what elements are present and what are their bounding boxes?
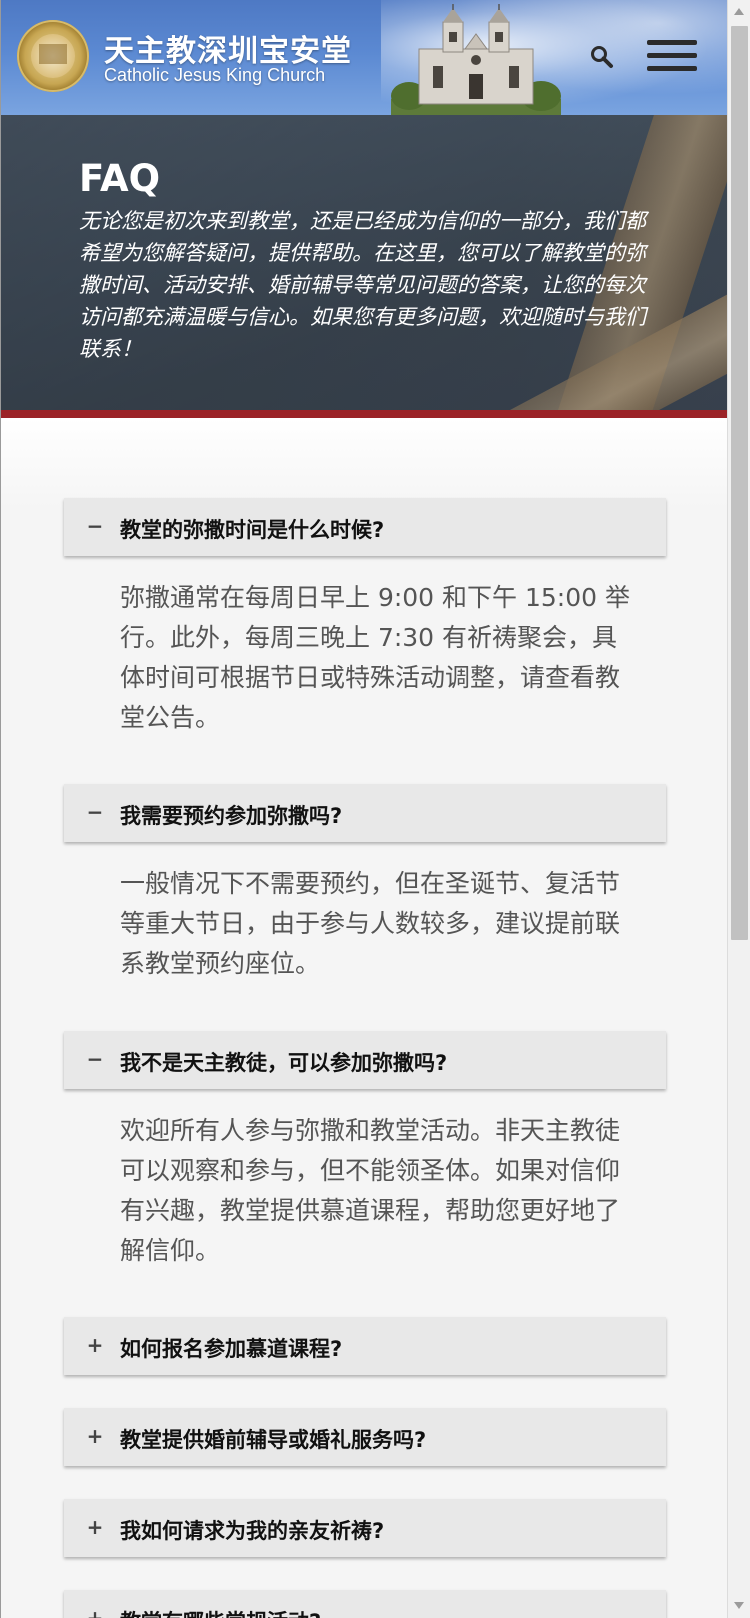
faq-question-toggle[interactable]: + 教堂提供婚前辅导或婚礼服务吗?	[64, 1408, 666, 1466]
church-building-image	[391, 4, 561, 115]
faq-question: 教堂有哪些常规活动?	[120, 1606, 321, 1618]
page: 天主教深圳宝安堂 Catholic Jesus King Church FAQ …	[0, 0, 727, 1618]
site-title[interactable]: 天主教深圳宝安堂	[104, 26, 352, 70]
faq-item: − 我不是天主教徒，可以参加弥撒吗? 欢迎所有人参与弥撒和教堂活动。非天主教徒可…	[64, 1031, 666, 1265]
faq-question-toggle[interactable]: − 我需要预约参加弥撒吗?	[64, 784, 666, 842]
collapse-minus-icon: −	[86, 514, 104, 538]
hero-accent-bar	[1, 410, 727, 418]
search-icon[interactable]	[589, 44, 615, 70]
faq-question: 我不是天主教徒，可以参加弥撒吗?	[120, 1051, 448, 1075]
faq-answer: 弥撒通常在每周日早上 9:00 和下午 15:00 举行。此外，每周三晚上 7:…	[120, 583, 630, 732]
collapse-minus-icon: −	[86, 1047, 104, 1071]
faq-item: + 如何报名参加慕道课程?	[64, 1317, 666, 1375]
faq-question-toggle[interactable]: + 教堂有哪些常规活动?	[64, 1590, 666, 1618]
faq-question: 教堂的弥撒时间是什么时候?	[120, 518, 385, 542]
faq-item: − 我需要预约参加弥撒吗? 一般情况下不需要预约，但在圣诞节、复活节等重大节日，…	[64, 784, 666, 978]
faq-item: + 教堂提供婚前辅导或婚礼服务吗?	[64, 1408, 666, 1466]
faq-answer: 欢迎所有人参与弥撒和教堂活动。非天主教徒可以观察和参与，但不能领圣体。如果对信仰…	[120, 1116, 621, 1265]
faq-question-toggle[interactable]: − 教堂的弥撒时间是什么时候?	[64, 498, 666, 556]
faq-question-toggle[interactable]: − 我不是天主教徒，可以参加弥撒吗?	[64, 1031, 666, 1089]
faq-question-toggle[interactable]: + 如何报名参加慕道课程?	[64, 1317, 666, 1375]
vertical-scrollbar[interactable]	[727, 0, 750, 1618]
faq-answer: 一般情况下不需要预约，但在圣诞节、复活节等重大节日，由于参与人数较多，建议提前联…	[120, 869, 621, 978]
section-fade	[1, 418, 727, 508]
collapse-minus-icon: −	[86, 800, 104, 824]
expand-plus-icon: +	[86, 1515, 104, 1539]
faq-question: 教堂提供婚前辅导或婚礼服务吗?	[120, 1428, 427, 1452]
faq-item: + 我如何请求为我的亲友祈祷?	[64, 1499, 666, 1557]
site-header: 天主教深圳宝安堂 Catholic Jesus King Church	[1, 0, 727, 115]
expand-plus-icon: +	[86, 1333, 104, 1357]
faq-item: + 教堂有哪些常规活动?	[64, 1590, 666, 1618]
expand-plus-icon: +	[86, 1606, 104, 1618]
scroll-up-arrow-icon[interactable]	[734, 8, 744, 15]
church-seal-logo-icon[interactable]	[17, 20, 89, 92]
faq-question: 我如何请求为我的亲友祈祷?	[120, 1519, 385, 1543]
faq-question: 如何报名参加慕道课程?	[120, 1337, 343, 1361]
hero-intro-text: 无论您是初次来到教堂，还是已经成为信仰的一部分，我们都希望为您解答疑问，提供帮助…	[79, 209, 646, 361]
expand-plus-icon: +	[86, 1424, 104, 1448]
scroll-down-arrow-icon[interactable]	[734, 1602, 744, 1609]
hamburger-menu-icon[interactable]	[647, 40, 697, 76]
page-title: FAQ	[79, 157, 161, 200]
hero-banner: FAQ 无论您是初次来到教堂，还是已经成为信仰的一部分，我们都希望为您解答疑问，…	[1, 115, 727, 410]
faq-question: 我需要预约参加弥撒吗?	[120, 804, 343, 828]
scrollbar-thumb[interactable]	[731, 26, 748, 940]
faq-item: − 教堂的弥撒时间是什么时候? 弥撒通常在每周日早上 9:00 和下午 15:0…	[64, 498, 666, 732]
site-subtitle: Catholic Jesus King Church	[104, 65, 326, 85]
faq-question-toggle[interactable]: + 我如何请求为我的亲友祈祷?	[64, 1499, 666, 1557]
